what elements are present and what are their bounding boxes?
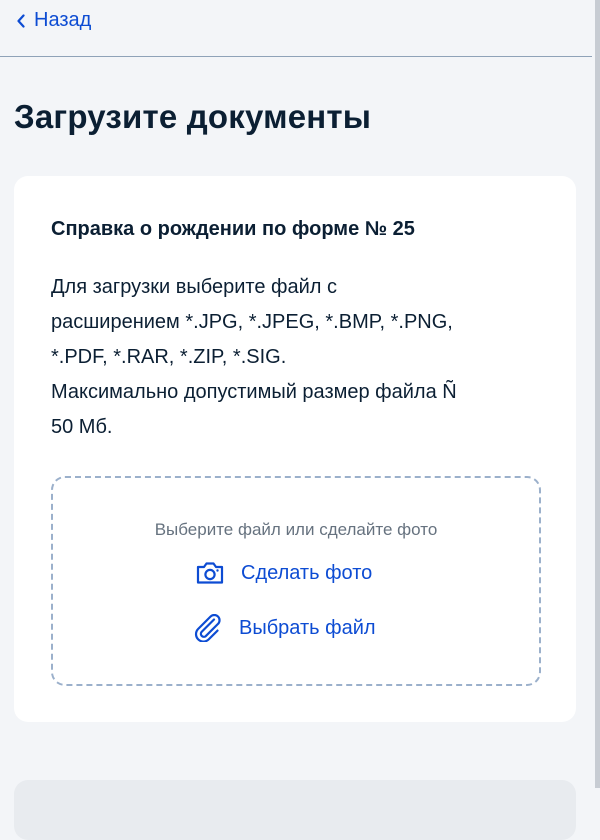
chevron-left-icon (16, 13, 26, 28)
take-photo-label: Сделать фото (241, 561, 373, 584)
back-link[interactable]: Назад (16, 9, 91, 32)
scrollbar-track[interactable] (595, 0, 600, 788)
document-title: Справка о рождении по форме № 25 (51, 218, 415, 240)
take-photo-button[interactable]: Сделать фото (195, 561, 372, 585)
description-line: Максимально допустимый размер файла Ñ (51, 381, 457, 403)
description-line: расширением *.JPG, *.JPEG, *.BMP, *.PNG, (51, 311, 453, 333)
description-line: *.PDF, *.RAR, *.ZIP, *.SIG. (51, 346, 287, 368)
document-card: Справка о рождении по форме № 25 Для заг… (14, 176, 576, 722)
document-description: Для загрузки выберите файл с расширением… (51, 270, 541, 445)
page-title: Загрузите документы (14, 98, 372, 135)
back-label: Назад (34, 9, 92, 31)
paperclip-icon (193, 614, 223, 642)
upload-dropzone[interactable]: Выберите файл или сделайте фото Сделать … (51, 476, 541, 686)
choose-file-button[interactable]: Выбрать файл (193, 614, 376, 642)
description-line: Для загрузки выберите файл с (51, 276, 337, 298)
next-card (14, 780, 576, 840)
scrollbar-thumb[interactable] (595, 0, 600, 788)
upload-hint: Выберите файл или сделайте фото (154, 520, 438, 539)
camera-icon (195, 561, 225, 585)
choose-file-label: Выбрать файл (239, 616, 376, 639)
top-bar: Назад (0, 0, 592, 57)
description-line: 50 Мб. (51, 416, 113, 438)
